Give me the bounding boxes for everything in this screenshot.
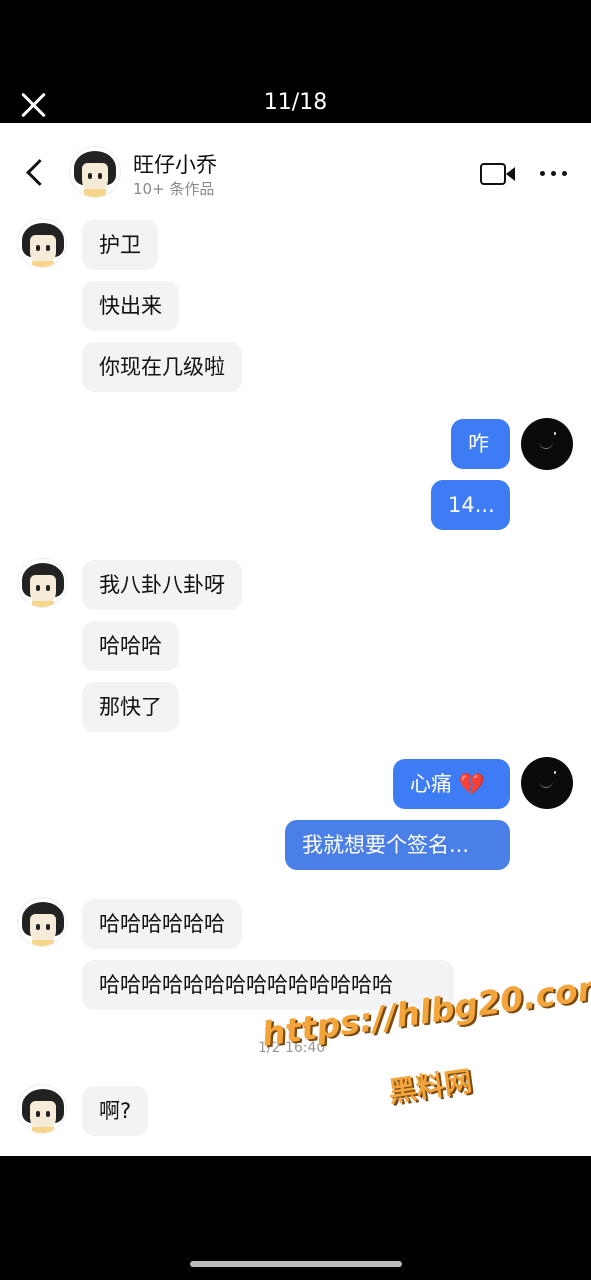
video-call-icon[interactable]	[480, 163, 515, 185]
incoming-message[interactable]: 快出来	[82, 281, 179, 331]
back-chevron-icon[interactable]	[22, 159, 50, 187]
incoming-avatar[interactable]	[17, 1084, 67, 1134]
watermark-label: 黑料网	[386, 1064, 475, 1109]
incoming-message[interactable]: 啊?	[82, 1086, 149, 1136]
message-text: 心痛	[410, 772, 452, 796]
incoming-avatar[interactable]	[17, 897, 67, 947]
incoming-message[interactable]: 你现在几级啦	[82, 342, 242, 392]
incoming-avatar[interactable]	[17, 218, 67, 268]
own-avatar[interactable]	[521, 757, 573, 809]
viewer-top-bar: 11/18	[0, 0, 591, 123]
incoming-message[interactable]: 那快了	[82, 682, 179, 732]
home-indicator[interactable]	[190, 1261, 402, 1267]
own-avatar[interactable]	[521, 418, 573, 470]
incoming-message[interactable]: 哈哈哈	[82, 621, 179, 671]
image-counter: 11/18	[263, 90, 328, 115]
more-options-icon[interactable]	[540, 171, 568, 177]
broken-heart-icon: 💔	[458, 772, 485, 796]
incoming-message[interactable]: 护卫	[82, 220, 158, 270]
incoming-message[interactable]: 哈哈哈哈哈哈	[82, 899, 242, 949]
outgoing-message[interactable]: 我就想要个签名...	[285, 820, 510, 870]
incoming-avatar[interactable]	[17, 558, 67, 608]
contact-avatar[interactable]	[69, 146, 121, 198]
outgoing-message[interactable]: 咋	[451, 419, 510, 469]
chat-screen: 旺仔小乔 10+ 条作品 护卫 快出来 你现在几级啦 咋 14... 我八卦八卦…	[0, 123, 591, 1156]
outgoing-message[interactable]: 14...	[431, 480, 510, 530]
outgoing-message[interactable]: 心痛 💔	[393, 759, 510, 809]
incoming-message[interactable]: 我八卦八卦呀	[82, 560, 242, 610]
contact-name[interactable]: 旺仔小乔	[133, 149, 217, 179]
contact-subtitle: 10+ 条作品	[133, 180, 215, 198]
